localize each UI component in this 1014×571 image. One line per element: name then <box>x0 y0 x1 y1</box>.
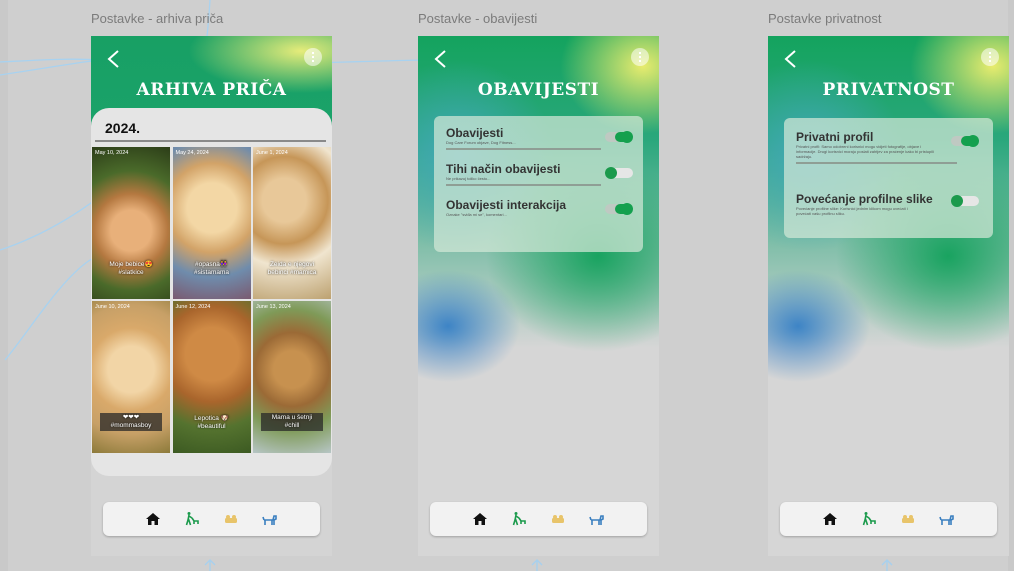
frame-label-archive: Postavke - arhiva priča <box>91 11 224 26</box>
page-title: OBAVIJESTI <box>477 80 600 100</box>
setting-profile-photo-zoom: Povećanje profilne slike Povećanje profi… <box>796 192 981 216</box>
story-caption: Moje bebice😍 #slatkice <box>109 261 153 276</box>
quiet-mode-toggle[interactable] <box>605 167 633 179</box>
year-label: 2024. <box>105 120 141 136</box>
story-date: June 12, 2024 <box>175 304 211 310</box>
home-icon[interactable] <box>471 510 489 528</box>
background-gradient <box>418 36 659 556</box>
archive-screen: ARHIVA PRIČA 2024. May 10, 2024 Moje bebi… <box>91 36 332 556</box>
story-caption: Mama u šetnji #chill <box>261 413 323 431</box>
dog-icon[interactable] <box>588 510 606 528</box>
setting-description: Dog Care Forum objave, Dog Fitness... <box>446 140 516 145</box>
page-title: ARHIVA PRIČA <box>136 80 287 100</box>
setting-description: Povećanje profilne slike: Korisnici jedn… <box>796 206 908 216</box>
bottom-nav <box>103 502 320 536</box>
story-caption: ❤❤❤ #mommasboy <box>100 413 162 431</box>
story-caption: Lepotica 🐶 #beautiful <box>194 415 229 430</box>
privacy-screen: PRIVATNOST Privatni profil Privatni prof… <box>768 36 1009 556</box>
dog-bed-icon[interactable] <box>899 510 917 528</box>
setting-title: Obavijesti interakcija <box>446 198 567 212</box>
story-date: May 10, 2024 <box>95 150 129 156</box>
story-date: May 24, 2024 <box>175 150 209 156</box>
story-date: June 10, 2024 <box>95 304 130 310</box>
interaction-notifications-toggle[interactable] <box>605 203 633 215</box>
setting-title: Obavijesti <box>446 126 504 140</box>
story-tile[interactable]: June 12, 2024 Lepotica 🐶 #beautiful <box>171 300 252 454</box>
dog-walk-icon[interactable] <box>510 510 528 528</box>
story-tile[interactable]: June 1, 2024 Zeida e njegovi bebinci #mam… <box>252 146 332 300</box>
dog-walk-icon[interactable] <box>183 510 201 528</box>
setting-description: Ne prikazuj toliko često... <box>446 176 491 181</box>
story-tile[interactable]: June 10, 2024 ❤❤❤ #mommasboy <box>91 300 171 454</box>
setting-title: Tihi način obavijesti <box>446 162 561 176</box>
frame-label-privacy: Postavke privatnost <box>768 11 882 26</box>
story-tile[interactable]: May 24, 2024 #opasna👭 #sistamama <box>171 146 252 300</box>
dog-walk-icon[interactable] <box>860 510 878 528</box>
notifications-toggle[interactable] <box>605 131 633 143</box>
frame-label-notifications: Postavke - obavijesti <box>418 11 538 26</box>
story-caption: #opasna👭 #sistamama <box>193 261 230 276</box>
story-caption-text: Mama u šetnji #chill <box>261 413 323 431</box>
settings-panel: Obavijesti Dog Care Forum objave, Dog Fi… <box>434 116 643 252</box>
more-options-icon[interactable] <box>981 48 999 66</box>
prototype-arrow-icon <box>531 559 543 571</box>
story-caption-text: ❤❤❤ #mommasboy <box>100 413 162 431</box>
dog-icon[interactable] <box>938 510 956 528</box>
setting-interaction-notifications: Obavijesti interakcija Oznake "sviđa mi … <box>446 198 633 217</box>
setting-quiet-mode: Tihi način obavijesti Ne prikazuj toliko… <box>446 162 633 186</box>
setting-notifications: Obavijesti Dog Care Forum objave, Dog Fi… <box>446 126 633 150</box>
more-options-icon[interactable] <box>631 48 649 66</box>
setting-description: Oznake "sviđa mi se", komentari... <box>446 212 507 217</box>
year-divider <box>95 140 326 142</box>
back-arrow-icon[interactable] <box>430 48 452 70</box>
setting-divider <box>446 184 601 186</box>
home-icon[interactable] <box>821 510 839 528</box>
profile-photo-zoom-toggle[interactable] <box>951 195 979 207</box>
story-date: June 13, 2024 <box>256 304 291 310</box>
more-options-icon[interactable] <box>304 48 322 66</box>
back-arrow-icon[interactable] <box>103 48 125 70</box>
bottom-nav <box>780 502 997 536</box>
prototype-arrow-icon <box>204 559 216 571</box>
back-arrow-icon[interactable] <box>780 48 802 70</box>
notifications-screen: OBAVIJESTI Obavijesti Dog Care Forum obj… <box>418 36 659 556</box>
private-profile-toggle[interactable] <box>951 135 979 147</box>
setting-divider <box>446 148 601 150</box>
story-grid: May 10, 2024 Moje bebice😍 #slatkice May 2… <box>91 146 332 454</box>
story-caption: Zeida e njegovi bebinci #mamica <box>267 261 317 276</box>
story-date: June 1, 2024 <box>256 150 288 156</box>
dog-bed-icon[interactable] <box>549 510 567 528</box>
setting-private-profile: Privatni profil Privatni profil: Samo od… <box>796 130 981 164</box>
setting-divider <box>796 162 957 164</box>
settings-panel: Privatni profil Privatni profil: Samo od… <box>784 118 993 238</box>
bottom-nav <box>430 502 647 536</box>
prototype-arrow-icon <box>881 559 893 571</box>
story-tile[interactable]: June 13, 2024 Mama u šetnji #chill <box>252 300 332 454</box>
background-gradient <box>768 36 1009 556</box>
page-title: PRIVATNOST <box>822 80 955 100</box>
setting-description: Privatni profil: Samo odobreni korisnici… <box>796 144 934 159</box>
dog-bed-icon[interactable] <box>222 510 240 528</box>
story-tile[interactable]: May 10, 2024 Moje bebice😍 #slatkice <box>91 146 171 300</box>
home-icon[interactable] <box>144 510 162 528</box>
dog-icon[interactable] <box>261 510 279 528</box>
